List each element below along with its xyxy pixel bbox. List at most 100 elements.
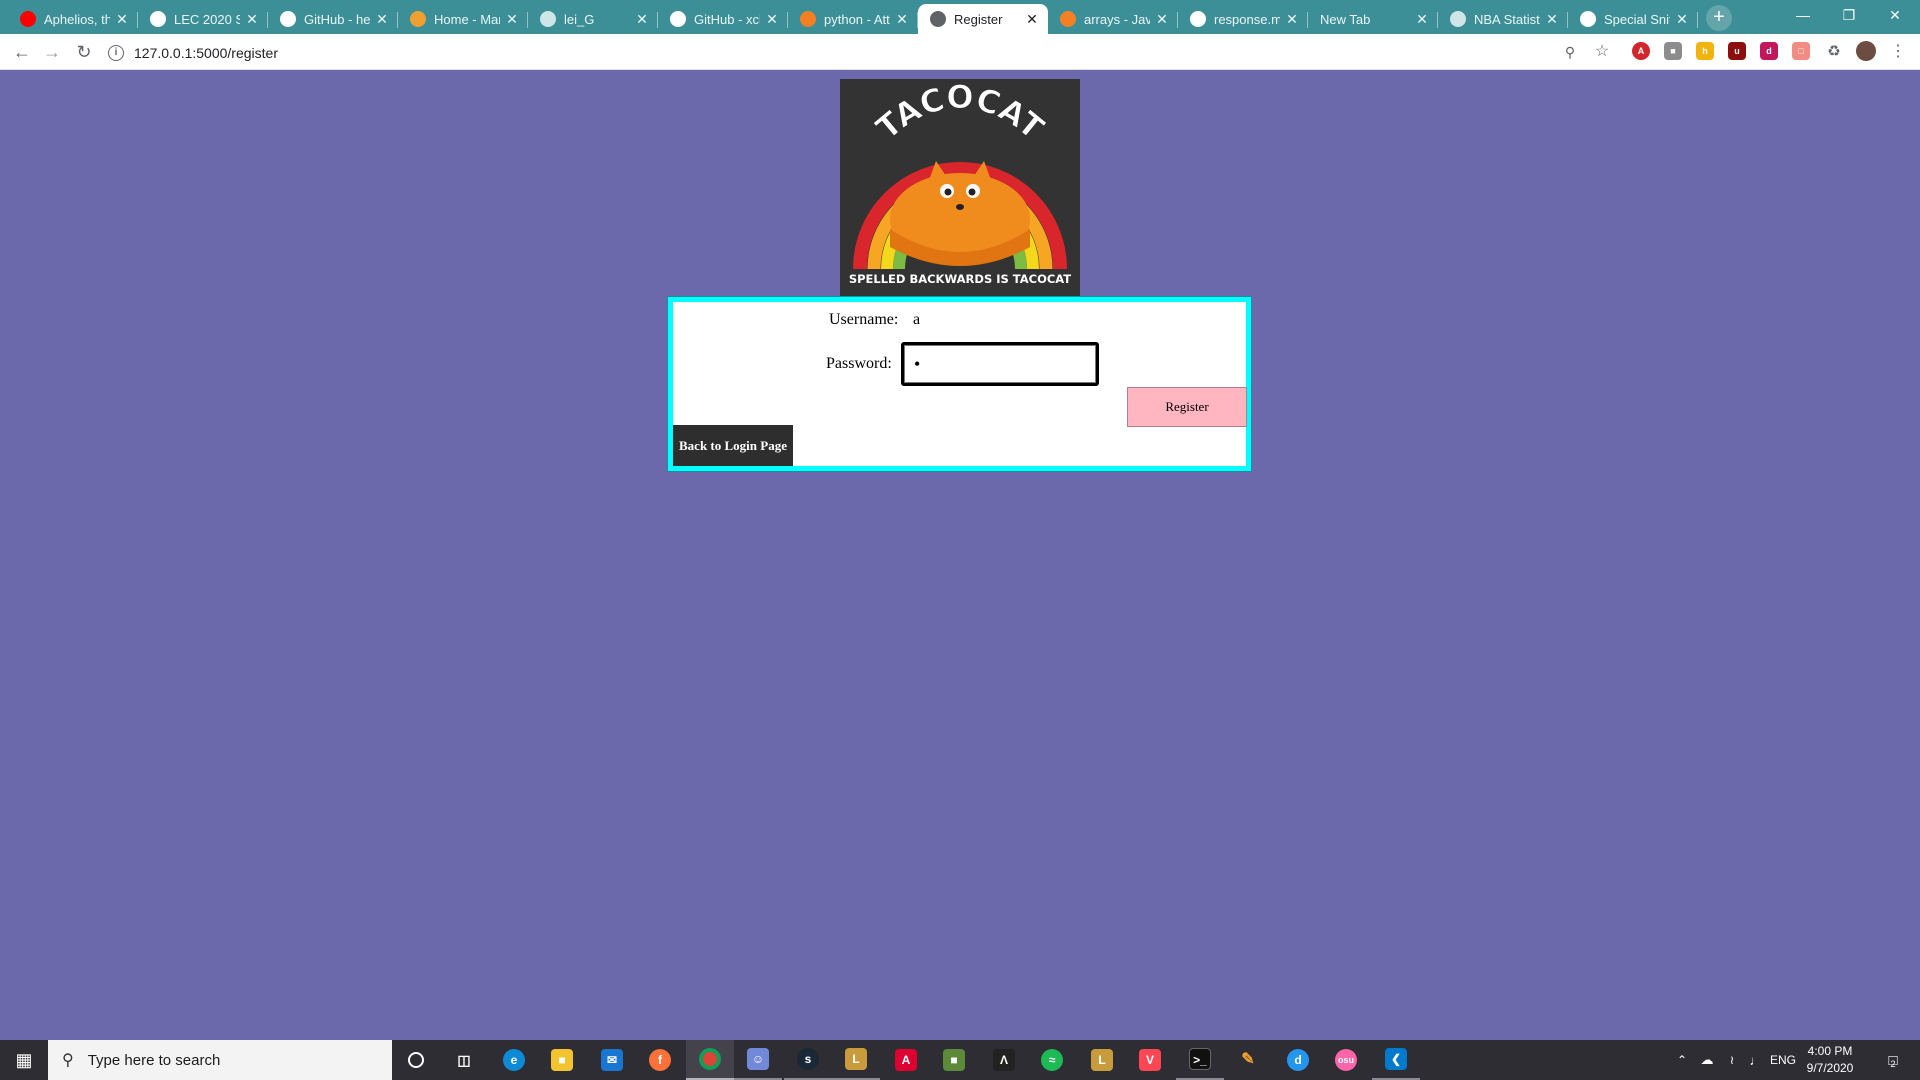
volume-icon[interactable]: ♩ [1744, 1040, 1768, 1080]
search-icon: ⚲ [62, 1052, 74, 1069]
chrome-icon[interactable] [686, 1040, 734, 1080]
browser-tab[interactable]: NBA Statisti ✕ [1438, 4, 1568, 34]
show-hidden-icons-chevron-icon[interactable]: ⌃ [1670, 1040, 1694, 1080]
edge-icon[interactable]: e [490, 1040, 538, 1080]
adblock-extension-icon[interactable]: A [1632, 42, 1650, 60]
browser-tab[interactable]: GitHub - xch ✕ [658, 4, 788, 34]
reload-icon[interactable]: ↻ [72, 40, 96, 64]
firefox-icon[interactable]: f [636, 1040, 684, 1080]
tab-close-icon[interactable]: ✕ [1674, 11, 1690, 28]
browser-tab[interactable]: LEC 2020 Su✕ [138, 4, 268, 34]
terminal-icon[interactable]: >_ [1176, 1040, 1224, 1080]
clock-time: 4:00 PM [1807, 1044, 1853, 1058]
onedrive-cloud-icon[interactable]: ☁ [1694, 1040, 1720, 1080]
osu-icon[interactable]: osu [1322, 1040, 1370, 1080]
browser-tab-title: response.ma [1214, 11, 1280, 27]
league-client-icon[interactable]: L [832, 1040, 880, 1080]
minimize-button[interactable]: — [1780, 0, 1826, 32]
notification-count: 2 [1890, 1059, 1896, 1069]
ublock-extension-icon[interactable]: u [1728, 42, 1746, 60]
minecraft-icon[interactable]: ■ [930, 1040, 978, 1080]
tacocat-logo: TACOCAT SPELLED BACKWARDS IS TACOCAT [840, 79, 1080, 297]
tab-close-icon[interactable]: ✕ [634, 11, 650, 28]
site-info-icon[interactable]: i [108, 45, 124, 61]
tab-close-icon[interactable]: ✕ [114, 11, 130, 28]
bookmark-star-icon[interactable]: ☆ [1590, 40, 1614, 64]
github-icon [670, 11, 686, 27]
back-to-login-button[interactable]: Back to Login Page [673, 425, 793, 466]
file-explorer-icon[interactable]: ■ [538, 1040, 586, 1080]
browser-tab[interactable]: lei_G ✕ [528, 4, 658, 34]
password-label: Password: [826, 355, 892, 372]
svg-text:TACOCAT: TACOCAT [869, 79, 1052, 147]
tab-close-icon[interactable]: ✕ [504, 11, 520, 28]
browser-tab-title: arrays - Java [1084, 11, 1150, 27]
tab-close-icon[interactable]: ✕ [1414, 11, 1430, 28]
youtube-icon [20, 11, 36, 27]
password-field[interactable] [901, 342, 1099, 386]
new-tab-button[interactable]: + [1706, 5, 1732, 31]
arma-launcher-icon[interactable]: Λ [980, 1040, 1028, 1080]
globe-icon [930, 11, 946, 27]
mail-icon[interactable]: ✉ [588, 1040, 636, 1080]
register-button[interactable]: Register [1127, 387, 1247, 427]
logo-tagline: SPELLED BACKWARDS IS TACOCAT [849, 272, 1071, 286]
browser-tab[interactable]: GitHub - he ✕ [268, 4, 398, 34]
clock-date: 9/7/2020 [1806, 1061, 1854, 1075]
browser-tab[interactable]: Register ✕ [918, 4, 1048, 34]
honey-extension-icon[interactable]: h [1696, 42, 1714, 60]
key-icon[interactable]: ⚲ [1558, 40, 1582, 64]
action-center-icon[interactable]: □ 2 [1872, 1040, 1912, 1080]
pdf-extension-icon[interactable]: □ [1792, 42, 1810, 60]
menu-kebab-icon[interactable]: ⋮ [1886, 40, 1910, 64]
browser-tab-title: GitHub - xch [694, 11, 760, 27]
address-bar[interactable]: i 127.0.0.1:5000/register [108, 39, 1598, 67]
tab-close-icon[interactable]: ✕ [764, 11, 780, 28]
league-of-legends-icon[interactable]: L [1078, 1040, 1126, 1080]
steam-icon[interactable]: s [784, 1040, 832, 1080]
stackoverflow-icon [1060, 11, 1076, 27]
spotify-icon[interactable]: ≈ [1028, 1040, 1076, 1080]
vscode-icon[interactable]: ❮ [1372, 1040, 1420, 1080]
discord-icon[interactable]: ☺ [734, 1040, 782, 1080]
cortana-icon[interactable] [392, 1040, 440, 1080]
tab-separator [1697, 12, 1698, 28]
extensions-puzzle-icon[interactable]: ♻ [1822, 40, 1846, 64]
task-view-icon[interactable]: ◫ [440, 1040, 488, 1080]
browser-tab[interactable]: response.ma✕ [1178, 4, 1308, 34]
browser-tab[interactable]: Special Sniff ✕ [1568, 4, 1698, 34]
tab-close-icon[interactable]: ✕ [1284, 11, 1300, 28]
browser-tab[interactable]: arrays - Java✕ [1048, 4, 1178, 34]
site-icon [410, 11, 426, 27]
tab-close-icon[interactable]: ✕ [1024, 11, 1040, 28]
register-form: Username: a Password: Register Back to L… [668, 297, 1251, 471]
browser-tab-title: Aphelios, th [44, 11, 110, 27]
docker-icon[interactable]: d [1274, 1040, 1322, 1080]
paint-brush-icon[interactable]: ✎ [1224, 1040, 1272, 1080]
valorant-icon[interactable]: V [1126, 1040, 1174, 1080]
profile-avatar[interactable] [1856, 41, 1876, 61]
github-icon [1580, 11, 1596, 27]
browser-tab[interactable]: python - Att ✕ [788, 4, 918, 34]
browser-tab[interactable]: Home - Mar ✕ [398, 4, 528, 34]
taskbar-clock[interactable]: 4:00 PM 9/7/2020 [1794, 1043, 1866, 1077]
tab-close-icon[interactable]: ✕ [1544, 11, 1560, 28]
browser-tab[interactable]: Aphelios, th ✕ [8, 4, 138, 34]
windows-start-icon[interactable]: ▦ [0, 1040, 48, 1080]
browser-tab[interactable]: New Tab ✕ [1308, 4, 1438, 34]
back-arrow-icon[interactable]: ← [10, 40, 34, 64]
close-window-button[interactable]: ✕ [1872, 0, 1918, 32]
address-bar-url: 127.0.0.1:5000/register [134, 45, 278, 61]
extension-icon[interactable]: ■ [1664, 42, 1682, 60]
taskbar-search-box[interactable]: ⚲ Type here to search [48, 1040, 392, 1080]
angular-icon[interactable]: A [882, 1040, 930, 1080]
shield-extension-icon[interactable]: d [1760, 42, 1778, 60]
forward-arrow-icon[interactable]: → [40, 40, 64, 64]
wifi-icon[interactable]: ≀ [1720, 1040, 1744, 1080]
tab-close-icon[interactable]: ✕ [374, 11, 390, 28]
tab-close-icon[interactable]: ✕ [1154, 11, 1170, 28]
tab-close-icon[interactable]: ✕ [244, 11, 260, 28]
username-label: Username: [829, 311, 899, 328]
restore-button[interactable]: ❐ [1826, 0, 1872, 32]
tab-close-icon[interactable]: ✕ [894, 11, 910, 28]
